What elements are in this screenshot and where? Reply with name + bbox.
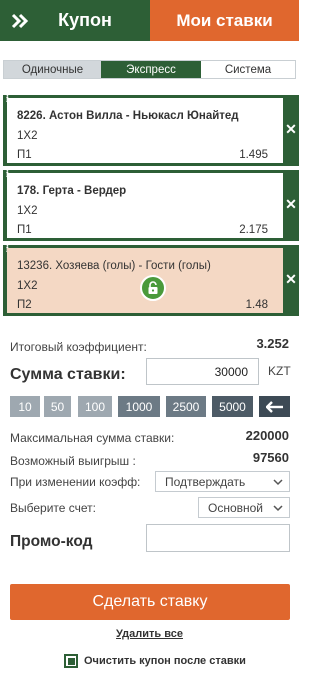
account-select[interactable]: Основной xyxy=(198,497,290,518)
quick-amount-button[interactable]: 10 xyxy=(10,396,40,417)
max-stake-value: 220000 xyxy=(245,428,289,443)
bet-type-tabs: Одиночные Экспресс Система xyxy=(3,60,296,79)
quick-amount-button[interactable]: 100 xyxy=(78,396,112,417)
account-label: Выберите счет: xyxy=(10,501,97,515)
bet-selection: П2 xyxy=(17,299,32,311)
delete-all-link[interactable]: Удалить все xyxy=(0,628,299,640)
arrow-left-icon xyxy=(265,400,283,413)
chevron-down-icon xyxy=(273,505,283,512)
quick-amount-button[interactable]: 1000 xyxy=(118,396,160,417)
clear-after-bet-label: Очистить купон после ставки xyxy=(84,655,246,667)
tab-my-bets[interactable]: Мои ставки xyxy=(150,0,299,41)
close-icon[interactable]: ✕ xyxy=(285,197,297,211)
bet-event-name: 178. Герта - Вердер xyxy=(17,185,127,197)
possible-win-label: Возможный выигрыш : xyxy=(10,454,136,468)
stake-input[interactable] xyxy=(146,358,259,385)
bet-market: 1X2 xyxy=(17,205,38,217)
bet-selection: П1 xyxy=(17,224,32,236)
total-odds-value: 3.252 xyxy=(256,336,289,351)
stake-label: Сумма ставки: xyxy=(10,366,126,383)
odds-change-select[interactable]: Подтверждать xyxy=(155,471,290,492)
tab-singles[interactable]: Одиночные xyxy=(4,61,101,78)
lock-icon xyxy=(140,275,166,301)
tab-system[interactable]: Система xyxy=(201,61,295,78)
place-bet-button[interactable]: Сделать ставку xyxy=(10,584,290,620)
bet-event-name: 8226. Астон Вилла - Ньюкасл Юнайтед xyxy=(17,110,239,122)
bet-card-locked: i 13236. Хозяева (голы) - Гости (голы) 1… xyxy=(3,245,299,316)
odds-change-label: При изменении коэфф: xyxy=(10,475,141,489)
currency-label: KZT xyxy=(268,364,291,378)
possible-win-value: 97560 xyxy=(252,450,289,465)
bet-market: 1X2 xyxy=(17,130,38,142)
close-icon[interactable]: ✕ xyxy=(285,272,297,286)
bet-odds: 1.495 xyxy=(239,149,268,161)
close-icon[interactable]: ✕ xyxy=(285,122,297,136)
tab-coupon[interactable]: Купон xyxy=(0,0,150,41)
account-value: Основной xyxy=(208,500,264,515)
backspace-button[interactable] xyxy=(259,396,290,417)
coupon-header: Купон Мои ставки xyxy=(0,0,299,41)
bet-odds: 2.175 xyxy=(239,224,268,236)
clear-after-bet-checkbox[interactable]: Очистить купон после ставки xyxy=(64,654,246,668)
coupon-title: Купон xyxy=(58,10,112,30)
promo-code-label: Промо-код xyxy=(10,533,93,550)
bet-card: i 8226. Астон Вилла - Ньюкасл Юнайтед 1X… xyxy=(3,95,299,166)
promo-code-input[interactable] xyxy=(146,524,290,552)
tab-express[interactable]: Экспресс xyxy=(101,61,201,78)
odds-change-value: Подтверждать xyxy=(165,474,246,489)
bet-selection: П1 xyxy=(17,149,32,161)
bet-card-body: 8226. Астон Вилла - Ньюкасл Юнайтед 1X2 … xyxy=(7,98,283,163)
bet-card-body: 13236. Хозяева (голы) - Гости (голы) 1X2… xyxy=(7,248,283,313)
quick-amount-button[interactable]: 5000 xyxy=(212,396,253,417)
max-stake-label: Максимальная сумма ставки: xyxy=(10,431,175,445)
quick-amount-button[interactable]: 2500 xyxy=(166,396,206,417)
bet-card-body: 178. Герта - Вердер 1X2 П1 2.175 xyxy=(7,173,283,238)
total-odds-label: Итоговый коэффициент: xyxy=(10,340,147,354)
chevron-down-icon xyxy=(273,479,283,486)
bet-card: i 178. Герта - Вердер 1X2 П1 2.175 ✕ xyxy=(3,170,299,241)
bet-odds: 1.48 xyxy=(245,299,268,311)
checkbox-checked-icon[interactable] xyxy=(64,654,78,668)
quick-amount-button[interactable]: 50 xyxy=(44,396,71,417)
bet-market: 1X2 xyxy=(17,280,38,292)
bet-event-name: 13236. Хозяева (голы) - Гости (голы) xyxy=(17,260,211,272)
